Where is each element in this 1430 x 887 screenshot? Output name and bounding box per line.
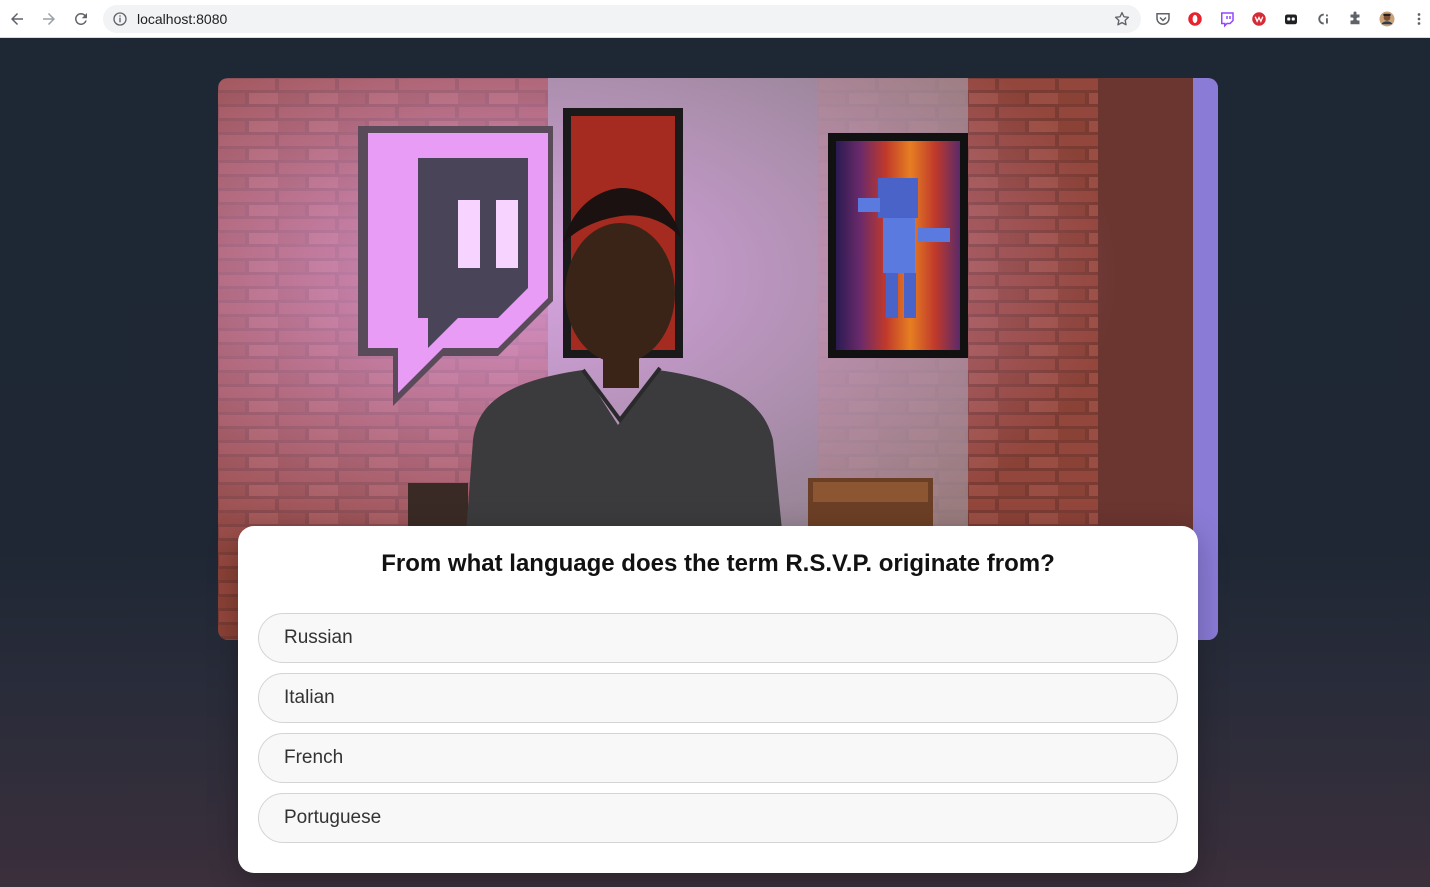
back-arrow-icon[interactable] — [5, 7, 29, 31]
answer-option-1[interactable]: Russian — [258, 613, 1178, 663]
puzzle-extensions-icon[interactable] — [1345, 9, 1365, 29]
more-menu-icon[interactable] — [1409, 9, 1429, 29]
url-text: localhost:8080 — [137, 11, 228, 27]
site-info-icon[interactable] — [112, 11, 128, 27]
bookmark-star-icon[interactable] — [1113, 10, 1131, 28]
twitch-icon[interactable] — [1217, 9, 1237, 29]
opera-icon[interactable] — [1185, 9, 1205, 29]
pocket-icon[interactable] — [1153, 9, 1173, 29]
quiz-card: From what language does the term R.S.V.P… — [238, 526, 1198, 873]
answer-option-3[interactable]: French — [258, 733, 1178, 783]
quiz-question: From what language does the term R.S.V.P… — [381, 550, 1055, 577]
reload-icon[interactable] — [69, 7, 93, 31]
forward-arrow-icon[interactable] — [37, 7, 61, 31]
profile-avatar[interactable] — [1377, 9, 1397, 29]
cj-extension-icon[interactable] — [1313, 9, 1333, 29]
address-bar[interactable]: localhost:8080 — [103, 5, 1141, 33]
wappalyzer-icon[interactable] — [1249, 9, 1269, 29]
eyes-extension-icon[interactable] — [1281, 9, 1301, 29]
answer-option-2[interactable]: Italian — [258, 673, 1178, 723]
answer-option-4[interactable]: Portuguese — [258, 793, 1178, 843]
browser-toolbar: localhost:8080 — [0, 0, 1430, 38]
